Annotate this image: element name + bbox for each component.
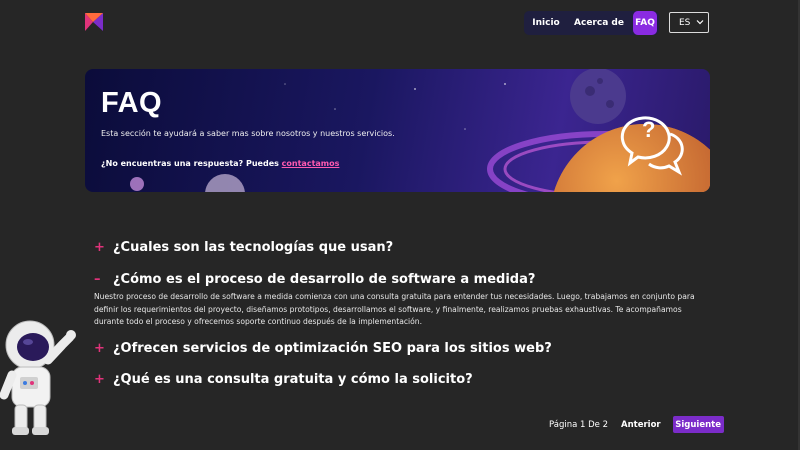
page-title: FAQ	[101, 87, 163, 119]
faq-question-toggle[interactable]: + ¿Cuales son las tecnologías que usan?	[94, 240, 714, 255]
language-selected: ES	[679, 17, 691, 28]
faq-answer: Nuestro proceso de desarrollo de softwar…	[94, 292, 695, 326]
hero-subtitle: Esta sección te ayudará a saber mas sobr…	[101, 129, 395, 138]
nav-acerca-de[interactable]: Acerca de	[568, 11, 630, 35]
nav-faq[interactable]: FAQ	[633, 11, 657, 35]
previous-button[interactable]: Anterior	[621, 420, 661, 430]
collapse-icon: –	[94, 272, 101, 287]
svg-text:?: ?	[642, 117, 655, 142]
expand-icon: +	[94, 372, 105, 387]
contact-link[interactable]: contactamos	[282, 159, 340, 168]
language-select[interactable]: ES	[669, 12, 709, 33]
faq-question: ¿Ofrecen servicios de optimización SEO p…	[113, 341, 552, 356]
faq-question: ¿Qué es una consulta gratuita y cómo la …	[113, 372, 473, 387]
expand-icon: +	[94, 240, 105, 255]
hero-banner: ? FAQ Esta sección te ayudará a saber ma…	[85, 69, 710, 192]
faq-item: + ¿Ofrecen servicios de optimización SEO…	[94, 341, 714, 356]
faq-question: ¿Cuales son las tecnologías que usan?	[113, 240, 394, 255]
faq-question-toggle[interactable]: + ¿Ofrecen servicios de optimización SEO…	[94, 341, 714, 356]
page-info: Página 1 De 2	[549, 419, 609, 430]
faq-question-toggle[interactable]: + ¿Qué es una consulta gratuita y cómo l…	[94, 372, 714, 387]
chevron-down-icon	[696, 20, 704, 25]
nav-inicio[interactable]: Inicio	[524, 11, 568, 35]
hero-question: ¿No encuentras una respuesta? Puedes	[101, 159, 279, 168]
faq-item: + ¿Cuales son las tecnologías que usan?	[94, 240, 714, 255]
hero-contact-text: ¿No encuentras una respuesta? Puedes con…	[101, 159, 339, 168]
faq-question-toggle[interactable]: – ¿Cómo es el proceso de desarrollo de s…	[94, 272, 714, 287]
expand-icon: +	[94, 341, 105, 356]
next-button[interactable]: Siguiente	[672, 416, 724, 433]
logo-icon[interactable]	[85, 13, 103, 31]
faq-item: – ¿Cómo es el proceso de desarrollo de s…	[94, 272, 714, 329]
pagination: Página 1 De 2 Anterior Siguiente	[549, 416, 724, 433]
astronaut-illustration	[0, 320, 76, 435]
faq-question: ¿Cómo es el proceso de desarrollo de sof…	[113, 272, 536, 287]
main-nav: Inicio Acerca de FAQ	[524, 11, 659, 35]
faq-item: + ¿Qué es una consulta gratuita y cómo l…	[94, 372, 714, 387]
